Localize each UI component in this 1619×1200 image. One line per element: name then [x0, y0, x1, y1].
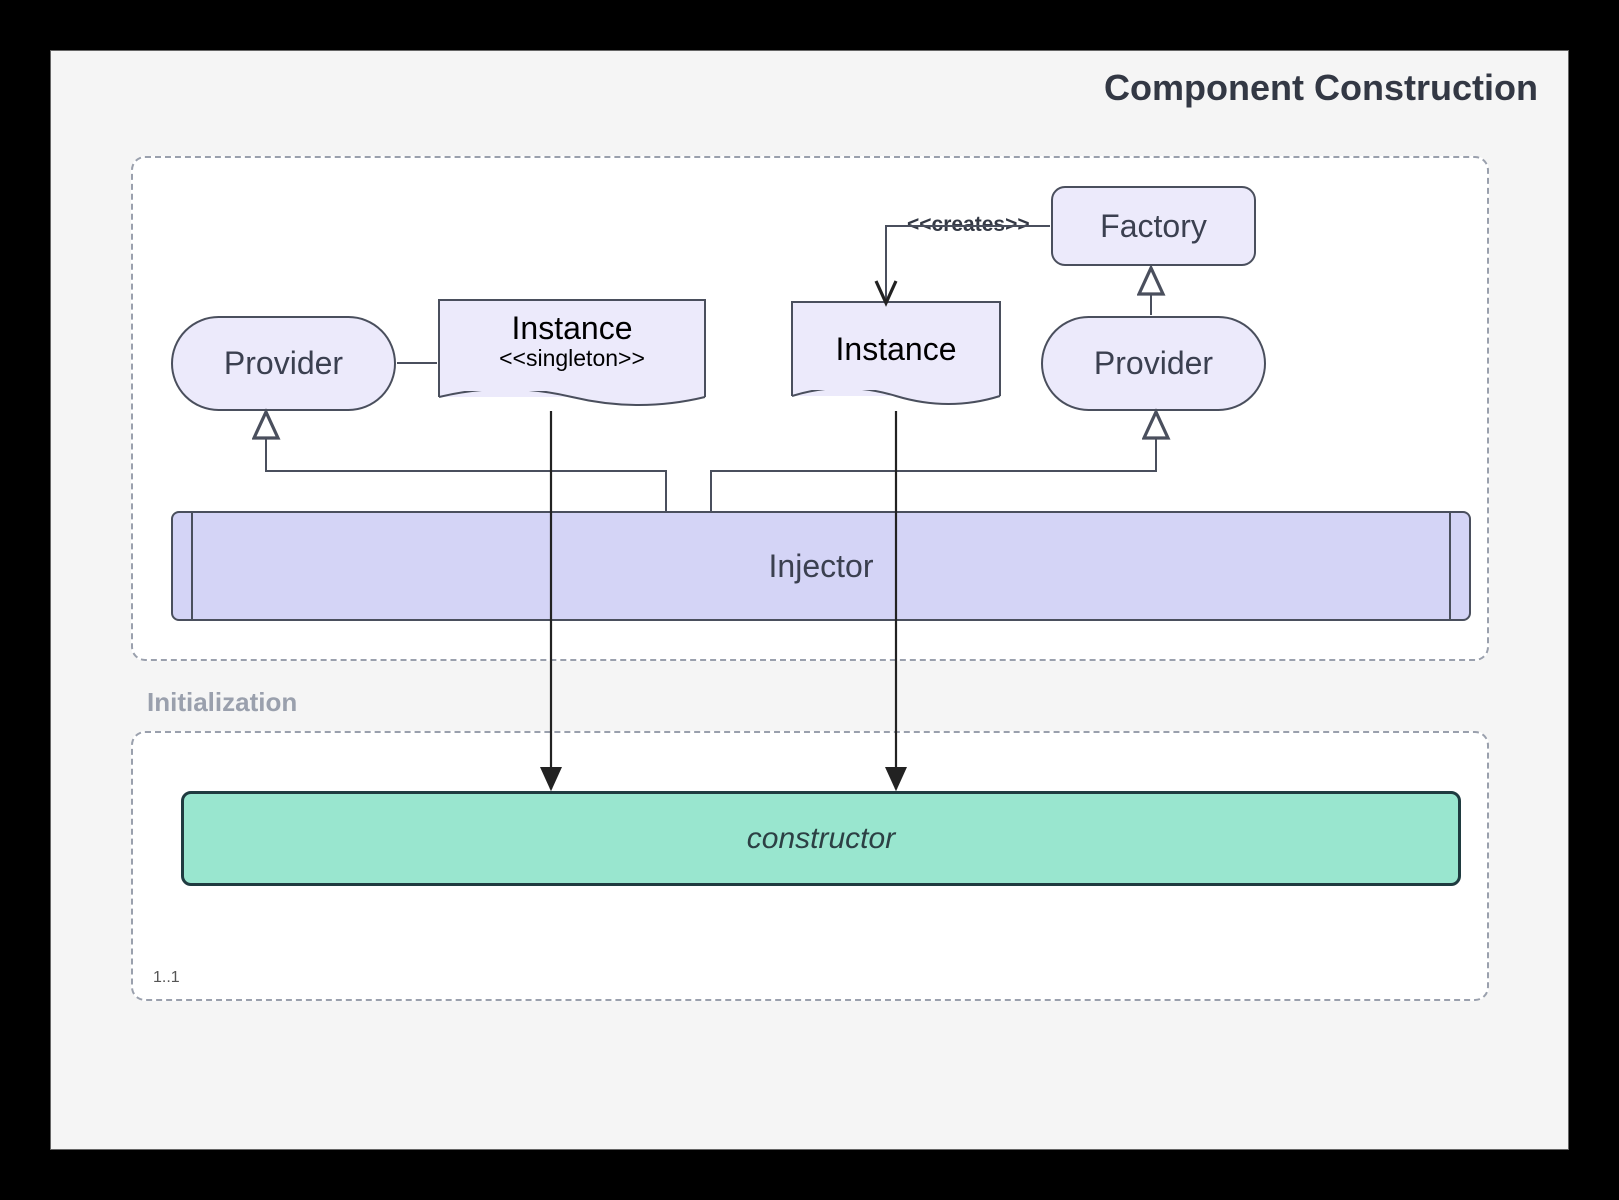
multiplicity-label: 1..1 [153, 969, 180, 987]
instance-singleton-node: Instance <<singleton>> [438, 299, 706, 414]
note-wave-icon [438, 391, 706, 415]
instance-node: Instance [791, 301, 1001, 413]
instance-1-label: Instance [440, 301, 704, 346]
injector-node: Injector [171, 511, 1471, 621]
note-wave-icon [791, 390, 1001, 414]
creates-edge-label: <<creates>> [903, 213, 1034, 237]
provider-node-2: Provider [1041, 316, 1266, 411]
factory-node: Factory [1051, 186, 1256, 266]
provider-1-label: Provider [224, 345, 343, 382]
diagram-title: Component Construction [1104, 67, 1538, 109]
factory-label: Factory [1100, 208, 1207, 245]
instance-2-label: Instance [836, 332, 957, 367]
diagram-frame: Component Construction 1..1 Initializati… [50, 50, 1569, 1150]
instance-1-stereotype: <<singleton>> [440, 346, 704, 371]
constructor-node: constructor [181, 791, 1461, 886]
injector-label: Injector [769, 548, 874, 585]
provider-node-1: Provider [171, 316, 396, 411]
provider-2-label: Provider [1094, 345, 1213, 382]
constructor-label: constructor [747, 822, 895, 856]
initialization-title: Initialization [143, 687, 301, 718]
